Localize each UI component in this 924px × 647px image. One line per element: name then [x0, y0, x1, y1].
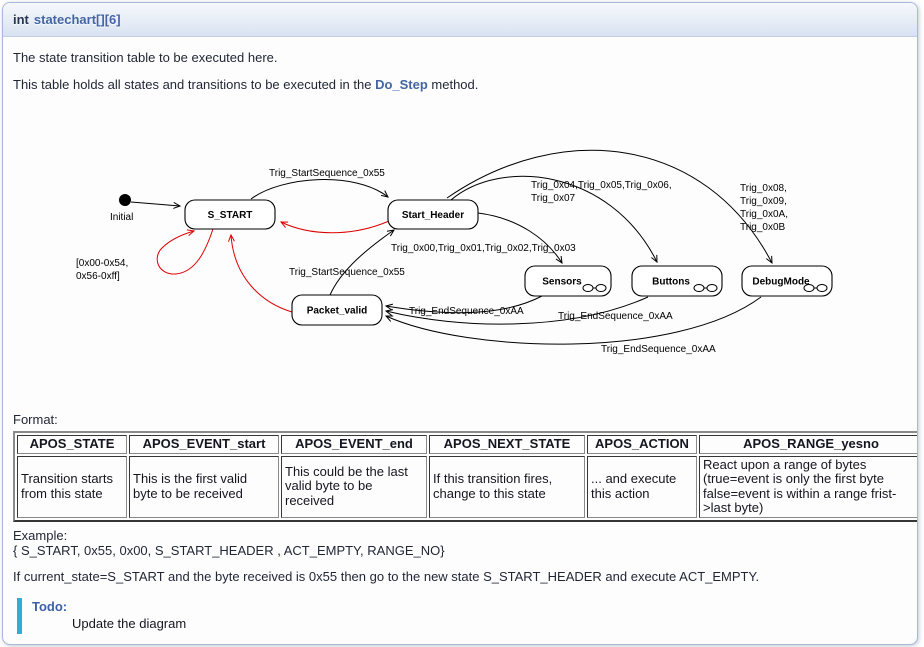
edge-label: Trig_EndSequence_0xAA: [558, 311, 673, 322]
edge-label: Trig_0x04,Trig_0x05,Trig_0x06,: [531, 180, 672, 191]
example-code: { S_START, 0x55, 0x00, S_START_HEADER , …: [13, 543, 907, 558]
state-label-Start_Header: Start_Header: [402, 210, 464, 221]
edge-label: Trig_0x0A,: [740, 209, 788, 220]
edge-label: Trig_EndSequence_0xAA: [409, 306, 524, 317]
description-line-1: The state transition table to be execute…: [13, 50, 907, 66]
transition-edge-start_header-to-s_start-red: [281, 221, 389, 233]
table-cell: This could be the last valid byte to be …: [281, 456, 427, 518]
transition-edge-start_header-to-sensors: [478, 213, 562, 263]
table-header-cell: APOS_RANGE_yesno: [699, 435, 918, 454]
table-cell: If this transition fires, change to this…: [429, 456, 585, 518]
table-cell: ... and execute this action: [587, 456, 697, 518]
todo-label: Todo:: [32, 599, 907, 614]
transition-edge-packet_valid-to-start_header: [330, 230, 394, 295]
description-line-2-prefix: This table holds all states and transiti…: [13, 77, 375, 92]
member-array-suffix: [][6]: [96, 12, 121, 27]
self-loop-icon: [583, 285, 593, 292]
member-title-bar: int statechart[][6]: [3, 3, 917, 37]
member-documentation: The state transition table to be execute…: [3, 50, 917, 644]
member-item-statechart: int statechart[][6] The state transition …: [2, 2, 918, 645]
edge-label: Trig_StartSequence_0x55: [269, 168, 385, 179]
table-header-cell: APOS_NEXT_STATE: [429, 435, 585, 454]
diagram-edge-labels: Trig_StartSequence_0x55 Trig_0x04,Trig_0x…: [76, 168, 788, 355]
transition-edge-s_start-to-start_header: [251, 180, 388, 199]
table-cell: React upon a range of bytes (true=event …: [699, 456, 918, 518]
state-label-Sensors: Sensors: [542, 277, 582, 288]
statechart-diagram: S_START Start_Header Sensors Buttons DebugMo…: [13, 100, 916, 396]
member-name: statechart: [34, 12, 96, 27]
self-loop-icon: [817, 285, 827, 292]
state-label-Packet_valid: Packet_valid: [307, 306, 368, 317]
edge-label: Trig_0x07: [531, 193, 576, 204]
table-header-cell: APOS_EVENT_start: [129, 435, 279, 454]
table-body-row: Transition starts from this stateThis is…: [17, 456, 918, 518]
description-line-2: This table holds all states and transiti…: [13, 77, 907, 93]
edge-label: 0x56-0xff]: [76, 271, 120, 282]
table-header-cell: APOS_EVENT_end: [281, 435, 427, 454]
edge-label: [0x00-0x54,: [76, 258, 128, 269]
format-label: Format:: [13, 412, 907, 428]
edge-label: Trig_0x09,: [740, 196, 787, 207]
transition-edge-initial-to-s_start: [131, 202, 180, 206]
table-cell: This is the first valid byte to be recei…: [129, 456, 279, 518]
todo-text: Update the diagram: [72, 616, 907, 631]
state-label-DebugMode: DebugMode: [752, 277, 810, 288]
edge-label: Initial: [110, 212, 133, 223]
edge-label: Trig_0x08,: [740, 183, 787, 194]
state-label-S_START: S_START: [208, 210, 253, 221]
self-loop-icon: [596, 285, 606, 292]
table-header-cell: APOS_ACTION: [587, 435, 697, 454]
statechart-diagram-svg: S_START Start_Header Sensors Buttons DebugMo…: [13, 100, 916, 396]
table-header-row: APOS_STATEAPOS_EVENT_startAPOS_EVENT_end…: [17, 435, 918, 454]
table-header-cell: APOS_STATE: [17, 435, 127, 454]
format-table: APOS_STATEAPOS_EVENT_startAPOS_EVENT_end…: [13, 431, 918, 522]
edge-label: Trig_EndSequence_0xAA: [601, 344, 716, 355]
member-type: int: [13, 12, 29, 27]
example-label: Example:: [13, 528, 907, 543]
edge-label: Trig_StartSequence_0x55: [289, 267, 405, 278]
table-cell: Transition starts from this state: [17, 456, 127, 518]
initial-state-dot: [119, 194, 131, 206]
example-explanation: If current_state=S_START and the byte re…: [13, 569, 907, 585]
state-label-Buttons: Buttons: [652, 277, 690, 288]
transition-edge-packet_valid-to-s_start-red: [231, 235, 292, 312]
edge-label: Trig_0x0B: [740, 222, 786, 233]
self-loop-icon: [694, 285, 704, 292]
todo-section: Todo: Update the diagram: [17, 598, 907, 634]
transition-edge-s_start-self-loop-red: [157, 229, 213, 274]
description-line-2-suffix: method.: [428, 77, 479, 92]
do-step-link[interactable]: Do_Step: [375, 77, 428, 92]
self-loop-icon: [707, 285, 717, 292]
self-loop-icon: [804, 285, 814, 292]
edge-label: Trig_0x00,Trig_0x01,Trig_0x02,Trig_0x03: [391, 243, 576, 254]
